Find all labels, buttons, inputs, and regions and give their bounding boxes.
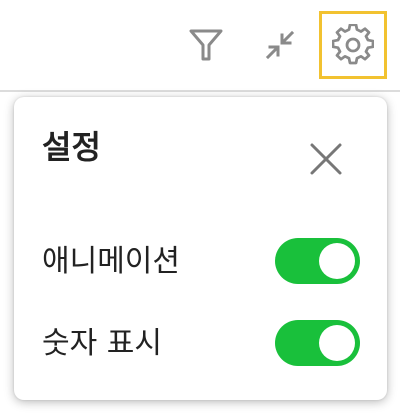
panel-title: 설정 xyxy=(42,128,101,166)
animation-toggle[interactable] xyxy=(275,238,360,284)
close-button[interactable] xyxy=(304,137,348,181)
setting-row-show-numbers: 숫자 표시 xyxy=(42,318,362,368)
toggle-knob xyxy=(319,325,355,361)
toggle-knob xyxy=(319,243,355,279)
settings-panel: 설정 애니메이션 숫자 표시 xyxy=(14,97,387,400)
filter-button[interactable] xyxy=(172,11,240,79)
toolbar xyxy=(0,0,400,92)
filter-icon xyxy=(189,29,223,61)
settings-button[interactable] xyxy=(319,11,387,79)
setting-row-animation: 애니메이션 xyxy=(42,236,362,286)
gear-icon xyxy=(332,24,374,65)
show-numbers-label: 숫자 표시 xyxy=(42,326,162,361)
close-icon xyxy=(310,143,342,175)
minimize-button[interactable] xyxy=(246,11,314,79)
minimize-icon xyxy=(265,30,295,60)
show-numbers-toggle[interactable] xyxy=(275,320,360,366)
animation-label: 애니메이션 xyxy=(42,244,180,279)
